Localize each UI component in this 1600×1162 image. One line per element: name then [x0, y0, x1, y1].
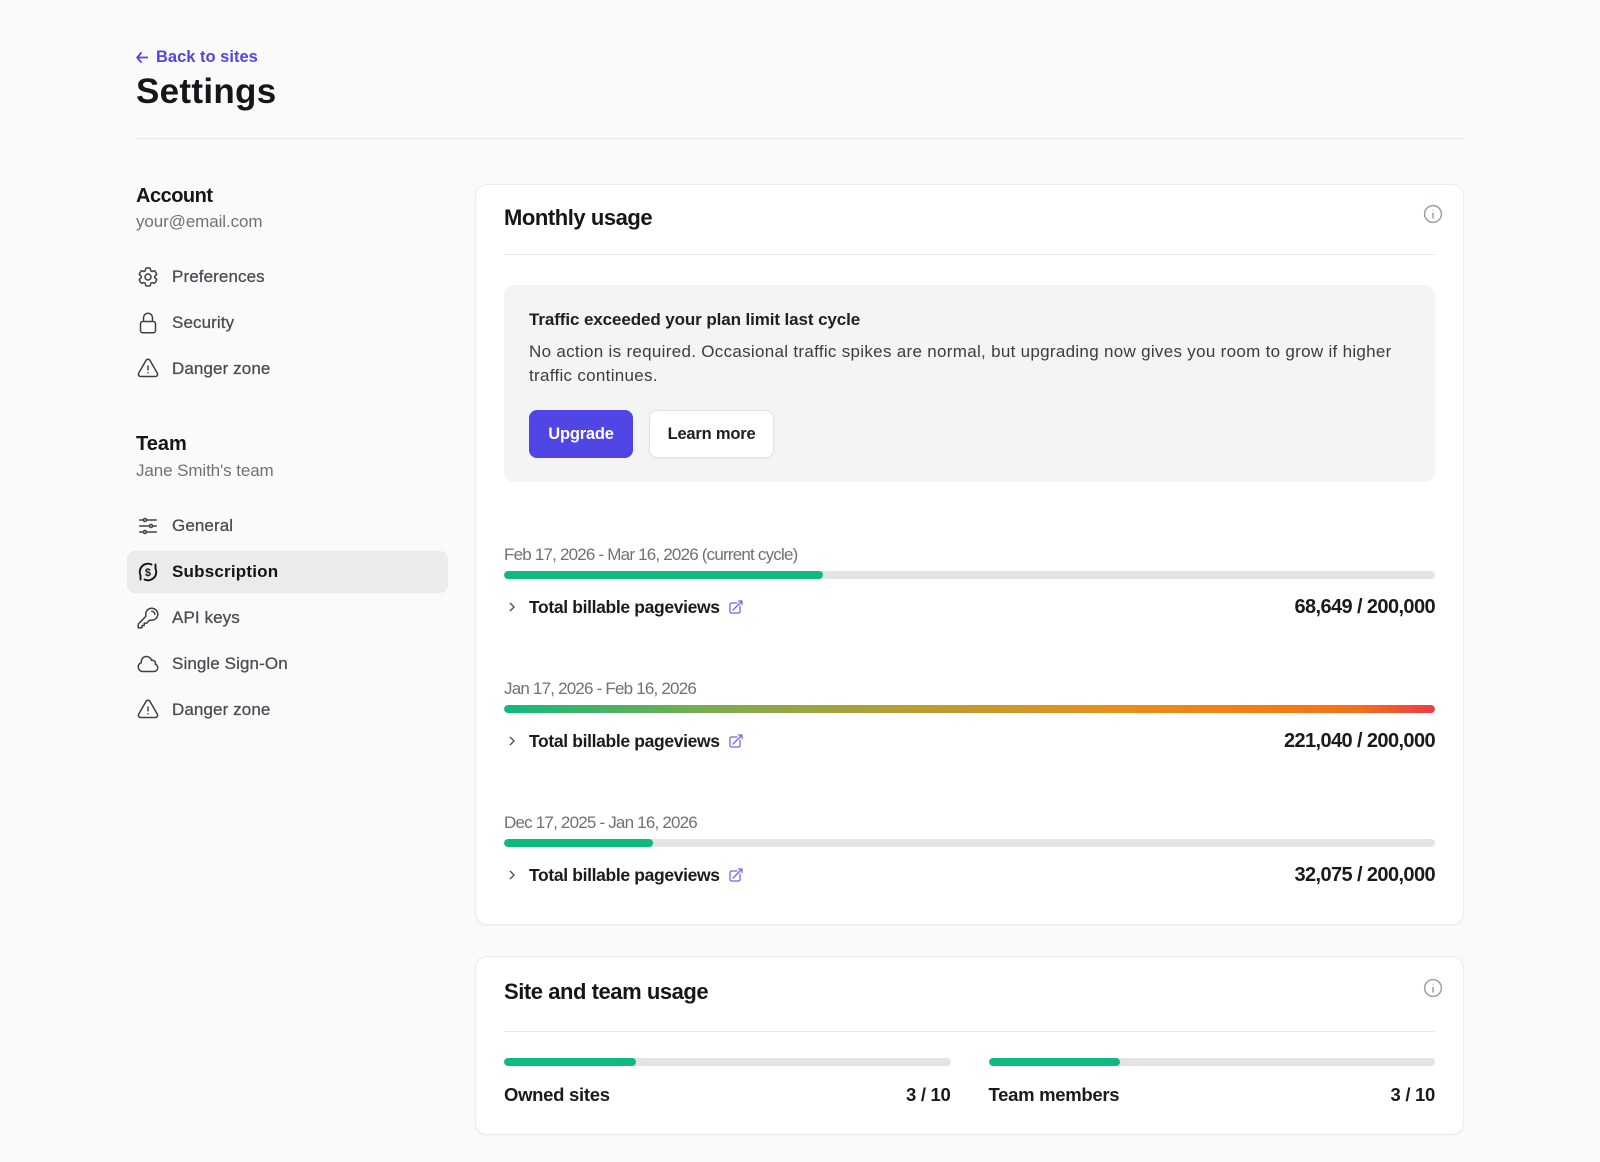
svg-text:$: $ — [145, 567, 151, 579]
